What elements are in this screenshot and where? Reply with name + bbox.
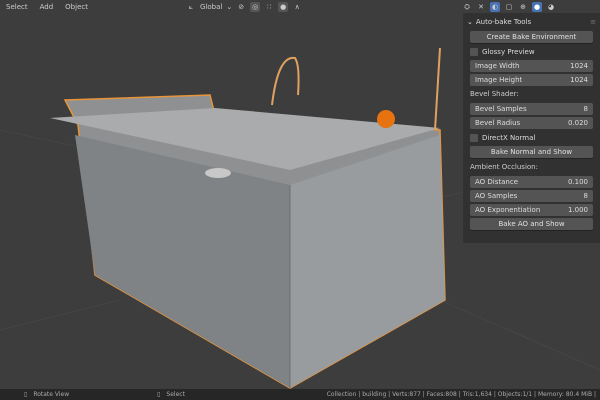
orientation-icon: ⟀ xyxy=(188,2,194,11)
status-bar: ▯ Rotate View ▯ Select Collection | buil… xyxy=(0,389,600,400)
label: Bevel Samples xyxy=(475,105,527,113)
panel-header[interactable]: ⌄ Auto-bake Tools ≡ xyxy=(467,15,596,29)
xray-icon[interactable]: ▢ xyxy=(504,2,514,12)
label: Image Width xyxy=(475,62,520,70)
visibility-icon[interactable]: ⛭ xyxy=(462,2,472,12)
snap-grid-icon[interactable]: ∷ xyxy=(264,2,274,12)
label: AO Exponentiation xyxy=(475,206,541,214)
drag-handle-icon[interactable]: ≡ xyxy=(590,18,596,26)
label: AO Samples xyxy=(475,192,518,200)
chevron-down-icon: ⌄ xyxy=(226,2,233,11)
mouse-left-icon: ▯ xyxy=(157,391,161,398)
wireframe-shading-icon[interactable]: ⊕ xyxy=(518,2,528,12)
falloff-icon[interactable]: ∧ xyxy=(292,2,302,12)
label: Image Height xyxy=(475,76,523,84)
glossy-preview-label: Glossy Preview xyxy=(482,47,535,56)
bevel-shader-heading: Bevel Shader: xyxy=(470,90,519,98)
viewport-header: Select Add Object ⟀ Global ⌄ ⊘ ◎ ∷ ● ∧ ⛭… xyxy=(0,0,600,13)
bake-normal-button[interactable]: Bake Normal and Show xyxy=(470,146,593,158)
image-width-field[interactable]: Image Width 1024 xyxy=(470,60,593,72)
pivot-icon[interactable]: ⊘ xyxy=(236,2,246,12)
menu-add[interactable]: Add xyxy=(40,3,54,11)
ao-samples-field[interactable]: AO Samples 8 xyxy=(470,190,593,202)
solid-shading-icon[interactable]: ● xyxy=(532,1,542,12)
value: 0.100 xyxy=(567,178,588,186)
gizmo-icon[interactable]: ✕ xyxy=(476,2,486,12)
value: 8 xyxy=(583,105,588,113)
bevel-radius-field[interactable]: Bevel Radius 0.020 xyxy=(470,117,593,129)
orientation-dropdown[interactable]: Global xyxy=(200,3,222,11)
snap-icon[interactable]: ◎ xyxy=(250,1,261,12)
chevron-down-icon: ⌄ xyxy=(467,18,473,26)
glossy-preview-checkbox[interactable]: Glossy Preview xyxy=(470,45,596,58)
bevel-samples-field[interactable]: Bevel Samples 8 xyxy=(470,103,593,115)
bake-ao-button[interactable]: Bake AO and Show xyxy=(470,218,593,230)
mouse-middle-icon: ▯ xyxy=(24,391,28,398)
directx-normal-label: DirectX Normal xyxy=(482,133,536,142)
menu-select[interactable]: Select xyxy=(6,3,28,11)
create-bake-environment-button[interactable]: Create Bake Environment xyxy=(470,31,593,43)
directx-normal-checkbox[interactable]: DirectX Normal xyxy=(470,131,596,144)
proportional-edit-icon[interactable]: ● xyxy=(278,1,289,12)
value: 8 xyxy=(583,192,588,200)
select-hint: Select xyxy=(166,391,185,398)
panel-title: Auto-bake Tools xyxy=(475,18,532,26)
auto-bake-panel: ⌄ Auto-bake Tools ≡ Create Bake Environmen… xyxy=(463,13,600,243)
ao-distance-field[interactable]: AO Distance 0.100 xyxy=(470,176,593,188)
image-height-field[interactable]: Image Height 1024 xyxy=(470,74,593,86)
menu-object[interactable]: Object xyxy=(65,3,88,11)
overlay-icon[interactable]: ◐ xyxy=(490,1,500,12)
value: 1024 xyxy=(570,62,588,70)
rotate-view-hint: Rotate View xyxy=(33,391,70,398)
label: AO Distance xyxy=(475,178,519,186)
value: 0.020 xyxy=(567,119,588,127)
bathtub-model[interactable] xyxy=(50,47,446,389)
scene-stats: Collection | building | Verts:877 | Face… xyxy=(326,391,596,398)
light-object[interactable] xyxy=(377,110,395,128)
ambient-occlusion-heading: Ambient Occlusion: xyxy=(470,163,538,171)
value: 1.000 xyxy=(567,206,588,214)
value: 1024 xyxy=(570,76,588,84)
ao-exponentiation-field[interactable]: AO Exponentiation 1.000 xyxy=(470,204,593,216)
material-shading-icon[interactable]: ◕ xyxy=(546,2,556,12)
label: Bevel Radius xyxy=(475,119,521,127)
